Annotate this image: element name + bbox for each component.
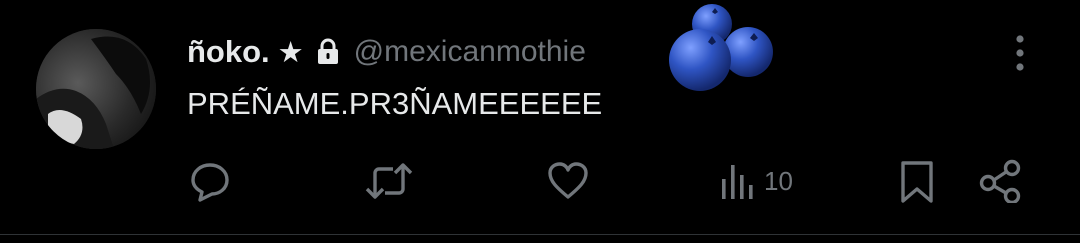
bookmark-icon (901, 161, 933, 203)
views-chart-icon (722, 165, 753, 199)
tweet-card[interactable]: ñoko. ★ @mexicanmothie PRÉÑAME.PR3ÑAMEEE… (0, 0, 1080, 243)
lock-icon (316, 38, 340, 66)
tweet-header: ñoko. ★ @mexicanmothie (187, 30, 586, 74)
like-button[interactable] (546, 156, 590, 206)
tweet-text: PRÉÑAME.PR3ÑAMEEEEEE (187, 86, 603, 121)
avatar-photo (36, 29, 156, 149)
action-bar: 10 (0, 156, 1080, 206)
bookmark-button[interactable] (897, 156, 937, 206)
share-icon (979, 159, 1021, 203)
more-vertical-icon (1016, 35, 1024, 71)
avatar[interactable] (36, 29, 156, 149)
retweet-icon (365, 163, 413, 199)
display-name[interactable]: ñoko. (187, 34, 270, 70)
more-options-button[interactable] (1005, 34, 1035, 74)
retweet-button[interactable] (364, 156, 414, 206)
user-handle[interactable]: @mexicanmothie (354, 35, 586, 69)
divider (0, 234, 1080, 235)
share-button[interactable] (978, 156, 1024, 206)
heart-icon (548, 162, 588, 199)
views-button[interactable]: 10 (718, 156, 793, 206)
views-count: 10 (764, 165, 793, 196)
star-badge: ★ (277, 36, 304, 69)
blueberries-emoji (669, 4, 773, 91)
reply-button[interactable] (188, 156, 232, 206)
reply-icon (191, 163, 229, 202)
